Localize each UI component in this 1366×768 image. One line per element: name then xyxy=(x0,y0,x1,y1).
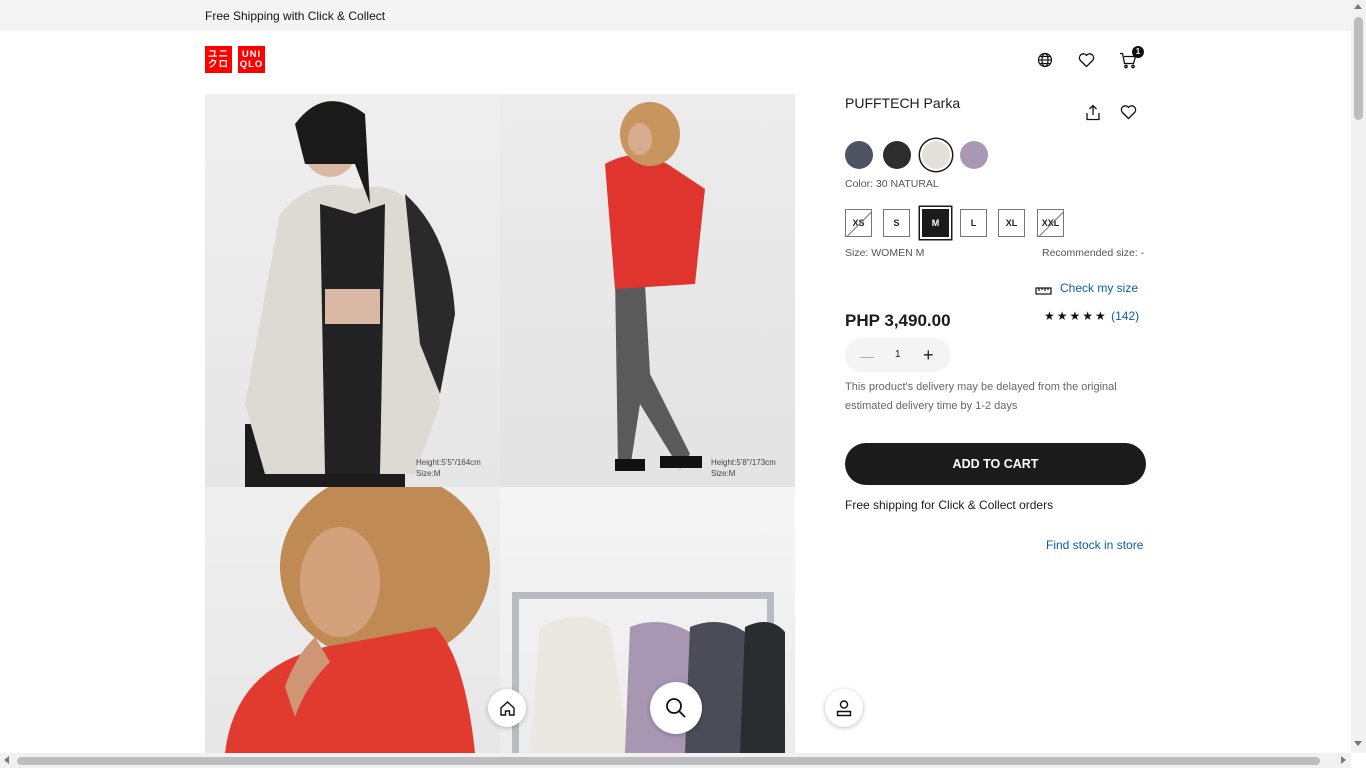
recommended-size-label: Recommended size: - xyxy=(1042,247,1145,259)
product-price: PHP 3,490.00 xyxy=(845,311,951,330)
ruler-icon[interactable] xyxy=(1035,283,1052,301)
product-title: PUFFTECH Parka xyxy=(845,95,961,111)
size-label: Size: WOMEN M xyxy=(845,247,925,259)
home-icon xyxy=(499,700,515,716)
logo-latin-block: UNI QLO xyxy=(238,46,265,73)
share-icon[interactable] xyxy=(1083,102,1103,122)
cart-count-badge: 1 xyxy=(1132,46,1144,58)
quantity-value[interactable]: 1 xyxy=(895,349,901,360)
model-info-caption: Height:5'5"/164cm Size:M xyxy=(416,458,481,478)
cart-icon[interactable]: 1 xyxy=(1118,46,1144,70)
search-icon xyxy=(666,698,686,718)
vertical-scroll-thumb[interactable] xyxy=(1354,17,1363,120)
scroll-down-arrow-icon[interactable] xyxy=(1354,741,1362,746)
horizontal-scroll-thumb[interactable] xyxy=(17,757,1320,765)
find-stock-link[interactable]: Find stock in store xyxy=(1046,538,1143,552)
horizontal-scrollbar[interactable] xyxy=(0,753,1351,768)
uniqlo-logo[interactable]: ユニ クロ UNI QLO xyxy=(205,46,265,73)
check-my-size-link[interactable]: Check my size xyxy=(1060,281,1138,295)
promo-banner-text: Free Shipping with Click & Collect xyxy=(205,9,386,23)
size-option-m[interactable]: M xyxy=(922,209,949,237)
scroll-left-arrow-icon[interactable] xyxy=(4,756,9,764)
size-option-s[interactable]: S xyxy=(883,209,910,237)
increase-quantity-button[interactable]: + xyxy=(923,345,934,366)
rating[interactable]: ★★★★★ (142) xyxy=(1044,309,1139,323)
decrease-quantity-button[interactable]: — xyxy=(860,348,874,364)
vertical-scrollbar[interactable] xyxy=(1351,0,1366,753)
search-button[interactable] xyxy=(650,682,702,734)
wishlist-heart-icon[interactable] xyxy=(1076,50,1096,70)
scroll-up-arrow-icon[interactable] xyxy=(1354,4,1362,9)
color-swatch-natural[interactable] xyxy=(922,141,950,169)
size-option-xs[interactable]: XS xyxy=(845,209,872,237)
quantity-stepper: — 1 + xyxy=(845,338,951,372)
logo-katakana-block: ユニ クロ xyxy=(205,46,232,73)
delivery-delay-note: This product's delivery may be delayed f… xyxy=(845,381,1117,412)
rating-count[interactable]: (142) xyxy=(1111,309,1139,323)
size-option-xl[interactable]: XL xyxy=(998,209,1025,237)
scroll-right-arrow-icon[interactable] xyxy=(1341,756,1346,764)
rating-stars: ★★★★★ xyxy=(1044,309,1108,323)
favorite-heart-icon[interactable] xyxy=(1118,102,1138,122)
size-option-xxl[interactable]: XXL xyxy=(1037,209,1064,237)
promo-banner: Free Shipping with Click & Collect xyxy=(0,0,1351,31)
size-option-l[interactable]: L xyxy=(960,209,987,237)
home-button[interactable] xyxy=(488,689,526,727)
user-icon xyxy=(836,700,852,717)
color-swatch-purple[interactable] xyxy=(960,141,988,169)
product-photo-model-red[interactable]: Height:5'8"/173cm Size:M xyxy=(500,94,795,487)
account-button[interactable] xyxy=(825,689,863,727)
color-swatch-black[interactable] xyxy=(883,141,911,169)
color-swatch-navy[interactable] xyxy=(845,141,873,169)
shipping-note: Free shipping for Click & Collect orders xyxy=(845,498,1054,512)
product-photo-rack[interactable] xyxy=(500,487,795,753)
product-photo-closeup-red[interactable] xyxy=(205,487,500,753)
add-to-cart-button[interactable]: ADD TO CART xyxy=(845,443,1146,485)
language-globe-icon[interactable] xyxy=(1035,50,1055,70)
product-photo-model-natural[interactable]: Height:5'5"/164cm Size:M xyxy=(205,94,500,487)
color-label: Color: 30 NATURAL xyxy=(845,178,939,190)
model-info-caption: Height:5'8"/173cm Size:M xyxy=(711,458,776,478)
